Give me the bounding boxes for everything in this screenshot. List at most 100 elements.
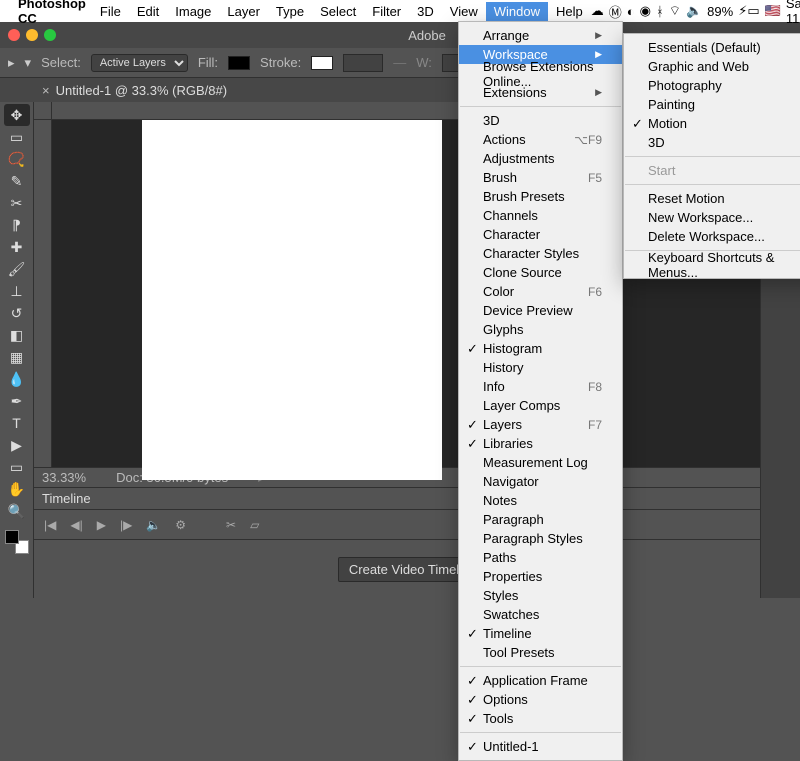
tl-split-icon[interactable]: ✂ — [226, 518, 236, 532]
menu-item-measurement-log[interactable]: Measurement Log — [459, 453, 622, 472]
zoom-window-icon[interactable] — [44, 29, 56, 41]
menu-view[interactable]: View — [442, 2, 486, 21]
volume-icon[interactable]: 🔈 — [686, 3, 702, 19]
minimize-window-icon[interactable] — [26, 29, 38, 41]
menu-image[interactable]: Image — [167, 2, 219, 21]
quick-select-tool[interactable]: ✎ — [4, 170, 30, 192]
tl-play-icon[interactable]: ▶ — [97, 518, 106, 532]
menu-item-glyphs[interactable]: Glyphs — [459, 320, 622, 339]
document-canvas[interactable] — [142, 120, 442, 480]
menu-item-properties[interactable]: Properties — [459, 567, 622, 586]
status-icon[interactable]: Ⓜ — [609, 2, 622, 21]
brush-tool[interactable]: 🖌 — [4, 258, 30, 280]
menu-item-brush-presets[interactable]: Brush Presets — [459, 187, 622, 206]
menu-item-delete-workspace[interactable]: Delete Workspace... — [624, 227, 800, 246]
document-tab[interactable]: ×Untitled-1 @ 33.3% (RGB/8#) — [34, 79, 235, 102]
eraser-tool[interactable]: ◧ — [4, 324, 30, 346]
menu-item-character[interactable]: Character — [459, 225, 622, 244]
menu-item-info[interactable]: InfoF8 — [459, 377, 622, 396]
tool-preset-dropdown[interactable]: ▾ — [25, 55, 32, 71]
menu-item-clone-source[interactable]: Clone Source — [459, 263, 622, 282]
menu-item-history[interactable]: History — [459, 358, 622, 377]
menu-item-motion[interactable]: Motion — [624, 114, 800, 133]
tl-settings-icon[interactable]: ⚙ — [175, 518, 186, 532]
menu-3d[interactable]: 3D — [409, 2, 442, 21]
healing-tool[interactable]: ✚ — [4, 236, 30, 258]
menu-item-paragraph-styles[interactable]: Paragraph Styles — [459, 529, 622, 548]
close-tab-icon[interactable]: × — [42, 83, 50, 98]
fill-swatch[interactable] — [228, 56, 250, 70]
menu-item-paths[interactable]: Paths — [459, 548, 622, 567]
hand-tool[interactable]: ✋ — [4, 478, 30, 500]
menu-item-navigator[interactable]: Navigator — [459, 472, 622, 491]
tl-transition-icon[interactable]: ▱ — [250, 518, 259, 532]
close-window-icon[interactable] — [8, 29, 20, 41]
flag-icon[interactable]: 🇺🇸 — [765, 3, 781, 19]
tl-first-frame-icon[interactable]: |◀ — [44, 518, 56, 532]
menu-layer[interactable]: Layer — [219, 2, 268, 21]
menu-item-layer-comps[interactable]: Layer Comps — [459, 396, 622, 415]
menu-item-adjustments[interactable]: Adjustments — [459, 149, 622, 168]
menu-item-character-styles[interactable]: Character Styles — [459, 244, 622, 263]
menu-item-device-preview[interactable]: Device Preview — [459, 301, 622, 320]
menu-item-3d[interactable]: 3D — [624, 133, 800, 152]
menu-filter[interactable]: Filter — [364, 2, 409, 21]
menu-item-styles[interactable]: Styles — [459, 586, 622, 605]
ruler-vertical[interactable] — [34, 120, 52, 467]
menu-file[interactable]: File — [92, 2, 129, 21]
menu-item-timeline[interactable]: Timeline — [459, 624, 622, 643]
menu-item-actions[interactable]: Actions⌥F9 — [459, 130, 622, 149]
menu-item-histogram[interactable]: Histogram — [459, 339, 622, 358]
menu-item-color[interactable]: ColorF6 — [459, 282, 622, 301]
move-tool[interactable]: ✥ — [4, 104, 30, 126]
timeline-title[interactable]: Timeline — [42, 491, 91, 506]
history-brush-tool[interactable]: ↺ — [4, 302, 30, 324]
menu-item-swatches[interactable]: Swatches — [459, 605, 622, 624]
menu-item-new-workspace[interactable]: New Workspace... — [624, 208, 800, 227]
crop-tool[interactable]: ✂ — [4, 192, 30, 214]
menu-item-tools[interactable]: Tools — [459, 709, 622, 728]
menu-item-options[interactable]: Options — [459, 690, 622, 709]
menu-edit[interactable]: Edit — [129, 2, 167, 21]
bluetooth-icon[interactable]: ᚼ — [656, 4, 664, 19]
pen-tool[interactable]: ✒ — [4, 390, 30, 412]
lasso-tool[interactable]: 📿 — [4, 148, 30, 170]
menu-item-browse-extensions-online[interactable]: Browse Extensions Online... — [459, 64, 622, 83]
menu-item-essentials-default[interactable]: Essentials (Default) — [624, 38, 800, 57]
status-icon[interactable]: ◉ — [640, 3, 651, 19]
marquee-tool[interactable]: ▭ — [4, 126, 30, 148]
zoom-level[interactable]: 33.33% — [42, 470, 86, 485]
menu-item-channels[interactable]: Channels — [459, 206, 622, 225]
gradient-tool[interactable]: ▦ — [4, 346, 30, 368]
menu-item-notes[interactable]: Notes — [459, 491, 622, 510]
menu-item-arrange[interactable]: Arrange — [459, 26, 622, 45]
tl-audio-icon[interactable]: 🔈 — [146, 518, 161, 532]
menu-item-graphic-and-web[interactable]: Graphic and Web — [624, 57, 800, 76]
menu-item-libraries[interactable]: Libraries — [459, 434, 622, 453]
stroke-width-field[interactable] — [343, 54, 383, 72]
status-icon[interactable]: ☁ — [591, 3, 604, 19]
menu-item-reset-motion[interactable]: Reset Motion — [624, 189, 800, 208]
fg-bg-color-swatch[interactable] — [5, 530, 29, 554]
wifi-icon[interactable]: ⌔ — [669, 3, 681, 19]
menu-select[interactable]: Select — [312, 2, 364, 21]
menu-item-keyboard-shortcuts-menus[interactable]: Keyboard Shortcuts & Menus... — [624, 255, 800, 274]
app-name[interactable]: Photoshop CC — [18, 0, 86, 26]
menu-item-paragraph[interactable]: Paragraph — [459, 510, 622, 529]
tl-next-frame-icon[interactable]: |▶ — [120, 518, 132, 532]
menu-item-photography[interactable]: Photography — [624, 76, 800, 95]
type-tool[interactable]: T — [4, 412, 30, 434]
tl-prev-frame-icon[interactable]: ◀| — [70, 518, 82, 532]
zoom-tool[interactable]: 🔍 — [4, 500, 30, 522]
menu-item-tool-presets[interactable]: Tool Presets — [459, 643, 622, 662]
status-icon[interactable]: ◐ — [627, 4, 635, 19]
menu-item-layers[interactable]: LayersF7 — [459, 415, 622, 434]
menu-item-untitled-1[interactable]: Untitled-1 — [459, 737, 622, 756]
workspace-submenu[interactable]: Essentials (Default)Graphic and WebPhoto… — [623, 33, 800, 279]
menu-window[interactable]: Window — [486, 2, 548, 21]
stamp-tool[interactable]: ⊥ — [4, 280, 30, 302]
menu-item-painting[interactable]: Painting — [624, 95, 800, 114]
mac-menubar[interactable]: Photoshop CC FileEditImageLayerTypeSelec… — [0, 0, 800, 22]
blur-tool[interactable]: 💧 — [4, 368, 30, 390]
shape-tool[interactable]: ▭ — [4, 456, 30, 478]
